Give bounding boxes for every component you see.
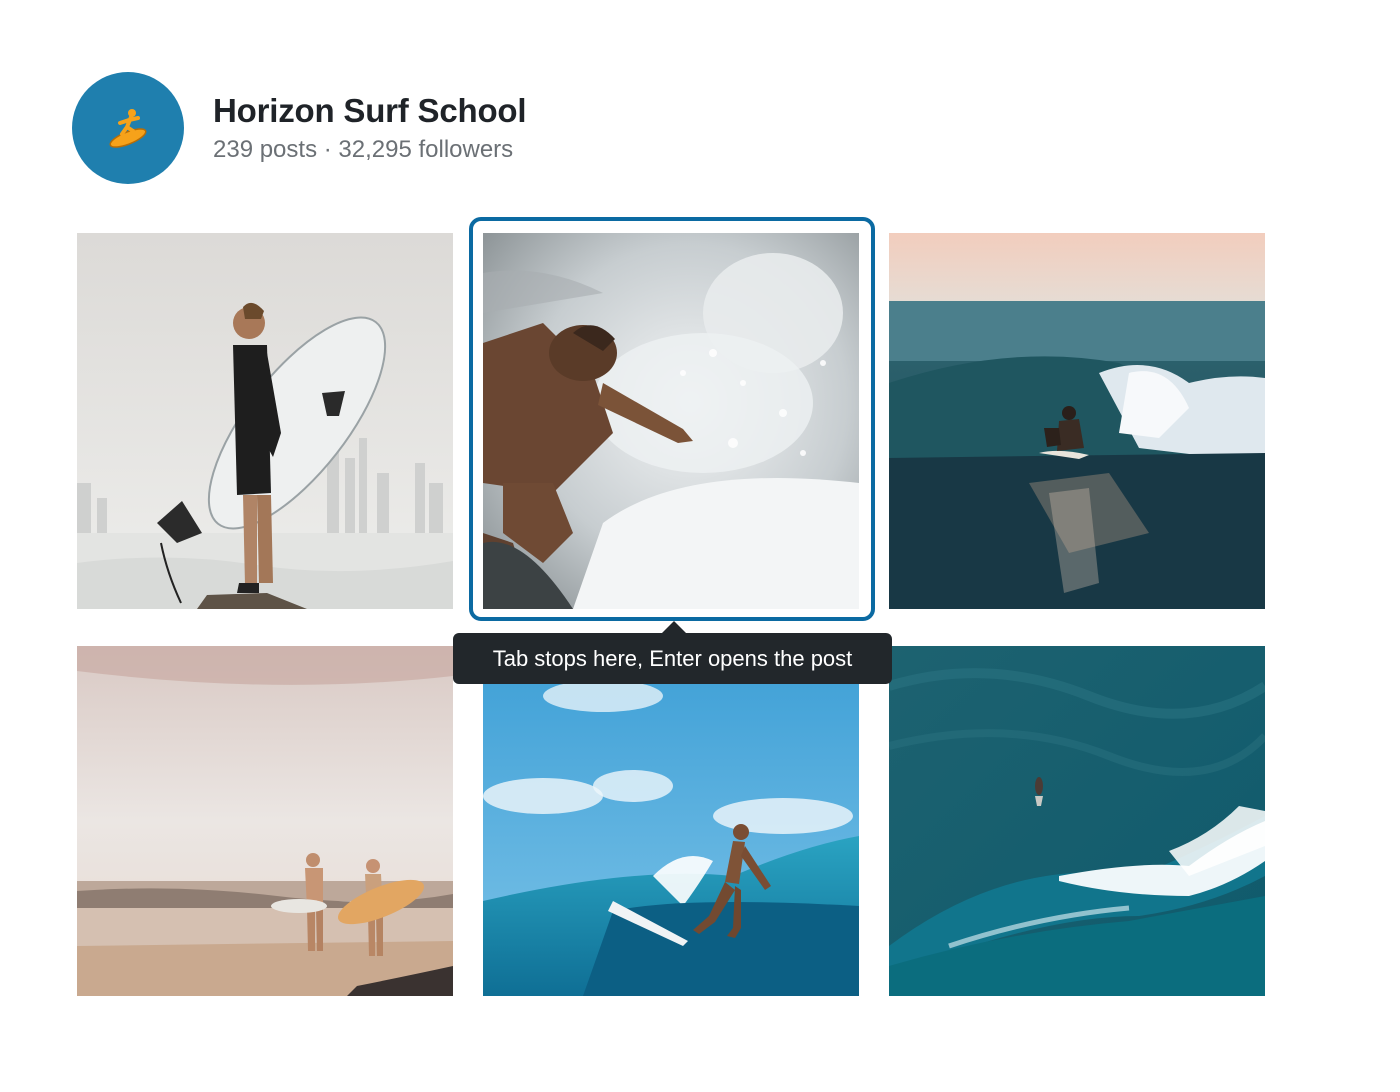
post-tile-5[interactable] (483, 646, 859, 996)
profile-header: Horizon Surf School 239 posts · 32,295 f… (72, 72, 527, 184)
surfer-in-barrel-wave-photo (889, 233, 1265, 609)
surfer-holding-board-photo (77, 233, 453, 609)
profile-name: Horizon Surf School (213, 92, 527, 129)
surfer-riding-wave-photo (483, 646, 859, 996)
aerial-wave-photo (889, 646, 1265, 996)
profile-page: Horizon Surf School 239 posts · 32,295 f… (0, 0, 1400, 1092)
profile-info: Horizon Surf School 239 posts · 32,295 f… (213, 91, 527, 165)
tooltip-arrow (662, 621, 686, 633)
focus-tooltip: Tab stops here, Enter opens the post (453, 633, 892, 684)
post-tile-6[interactable] (889, 646, 1265, 996)
profile-stats: 239 posts · 32,295 followers (213, 136, 514, 163)
surfer-in-spray-photo (483, 233, 859, 609)
post-tile-3[interactable] (889, 233, 1265, 609)
post-tile-4[interactable] (77, 646, 453, 996)
post-tile-1[interactable] (77, 233, 453, 609)
post-tile-2[interactable] (483, 233, 859, 609)
surfer-icon (109, 109, 147, 148)
avatar[interactable] (72, 72, 184, 184)
two-surfers-walking-beach-photo (77, 646, 453, 996)
